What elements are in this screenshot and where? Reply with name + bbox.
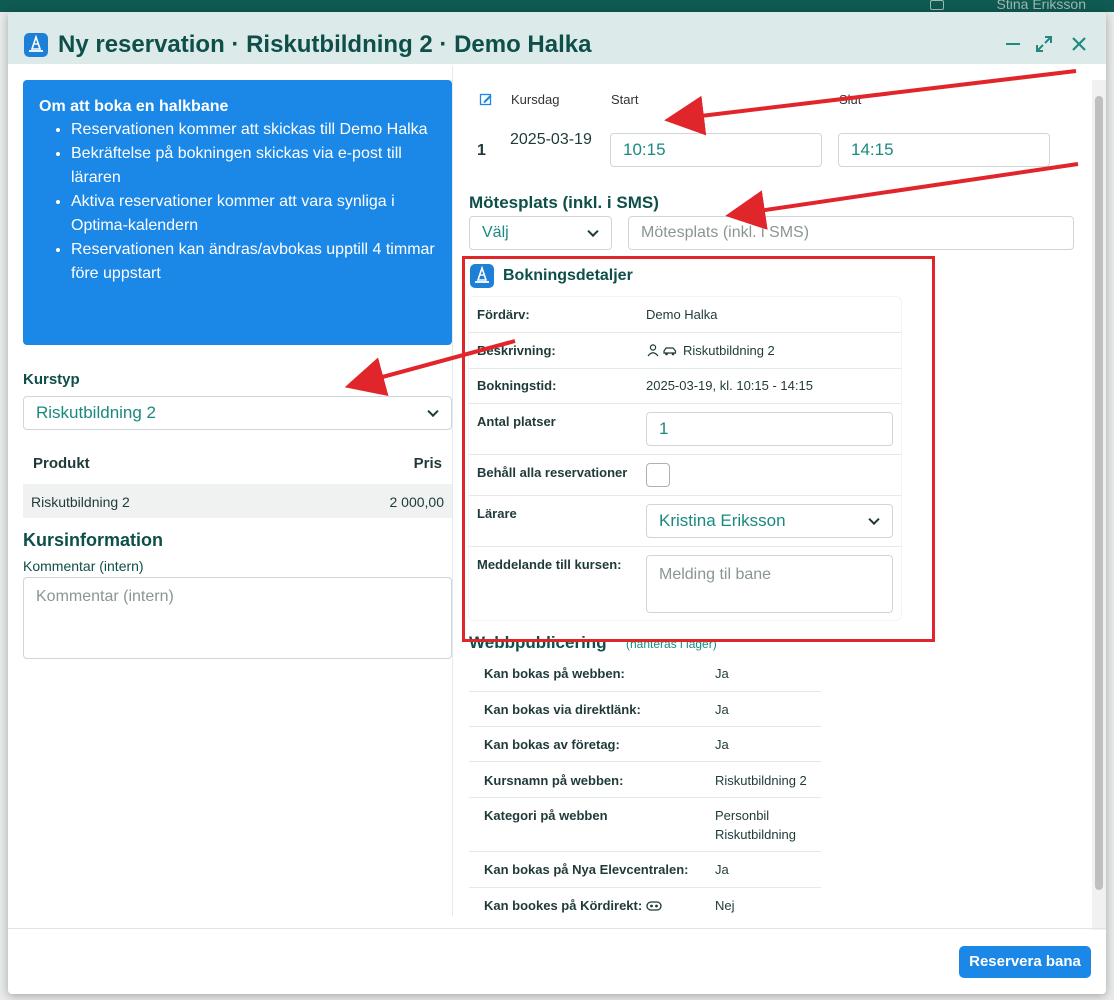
cone-logo-icon [24, 33, 48, 57]
product-price: 2 000,00 [389, 494, 445, 510]
info-item: Reservationen kan ändras/avbokas upptill… [71, 238, 436, 286]
scrollbar-thumb[interactable] [1095, 96, 1103, 890]
web-value: Ja [715, 702, 729, 717]
products-header: Produkt Pris [23, 444, 452, 484]
kurstyp-value: Riskutbildning 2 [36, 403, 157, 422]
info-item: Reservationen kommer att skickas till De… [71, 118, 436, 142]
info-list: Reservationen kommer att skickas till De… [39, 118, 436, 286]
kurstyp-select[interactable]: Riskutbildning 2 [23, 396, 452, 430]
kursinfo-title: Kursinformation [23, 530, 164, 550]
user-card-icon [930, 0, 944, 10]
reserve-button[interactable]: Reservera bana [959, 946, 1091, 978]
product-column-header: Produkt [33, 455, 90, 472]
web-value: Nej [715, 898, 735, 913]
info-item: Bekräftelse på bokningen skickas via e-p… [71, 142, 436, 190]
start-header: Start [611, 92, 639, 107]
web-label: Kan bokas på Nya Elevcentralen: [484, 862, 689, 877]
product-name: Riskutbildning 2 [31, 494, 130, 510]
web-value-2: Riskutbildning [715, 827, 796, 842]
app-topbar [0, 0, 1114, 12]
web-label: Kan bookes på Kördirekt: [484, 898, 643, 913]
course-day-number: 1 [477, 142, 486, 159]
info-title: Om att boka en halkbane [39, 98, 229, 115]
edit-icon[interactable] [479, 92, 493, 111]
web-label: Kursnamn på webben: [484, 773, 624, 788]
footer-divider [8, 928, 1106, 929]
web-label: Kategori på webben [484, 808, 608, 823]
info-box: Om att boka en halkbane Reservationen ko… [23, 80, 452, 345]
start-time-input[interactable]: 10:15 [610, 133, 822, 167]
comment-label: Kommentar (intern) [23, 558, 144, 574]
web-label: Kan bokas via direktlänk: [484, 702, 641, 717]
meeting-input[interactable]: Mötesplats (inkl. i SMS) [628, 216, 1074, 250]
web-value: Ja [715, 862, 729, 877]
chevron-down-icon [587, 225, 599, 238]
web-label: Kan bokas av företag: [484, 737, 620, 752]
web-value: Personbil [715, 808, 770, 823]
kursdag-header: Kursdag [511, 92, 560, 107]
table-row: Riskutbildning 2 2 000,00 [23, 484, 452, 518]
meeting-select-value: Välj [482, 224, 509, 241]
kordirekt-icon [646, 899, 662, 917]
annotation-highlight-box [462, 256, 935, 642]
end-time-input[interactable]: 14:15 [838, 133, 1050, 167]
price-column-header: Pris [413, 455, 442, 472]
meeting-title: Mötesplats (inkl. i SMS) [469, 193, 659, 212]
user-name[interactable]: Stina Eriksson [997, 0, 1086, 12]
minimize-icon[interactable] [1002, 33, 1024, 55]
expand-icon[interactable] [1033, 33, 1055, 55]
modal-title: Ny reservation · Riskutbildning 2 · Demo… [58, 31, 592, 58]
info-item: Aktiva reservationer kommer att vara syn… [71, 190, 436, 238]
web-value: Ja [715, 737, 729, 752]
comment-textarea[interactable]: Kommentar (intern) [23, 577, 452, 659]
web-value: Riskutbildning 2 [715, 773, 807, 788]
close-icon[interactable] [1068, 33, 1090, 55]
meeting-select[interactable]: Välj [469, 216, 612, 250]
course-day-date: 2025-03-19 [510, 131, 592, 148]
column-divider [452, 66, 453, 916]
end-header: Slut [839, 92, 862, 107]
web-value: Ja [715, 666, 729, 681]
kurstyp-label: Kurstyp [23, 371, 80, 388]
web-label: Kan bokas på webben: [484, 666, 625, 681]
chevron-down-icon [427, 405, 439, 418]
